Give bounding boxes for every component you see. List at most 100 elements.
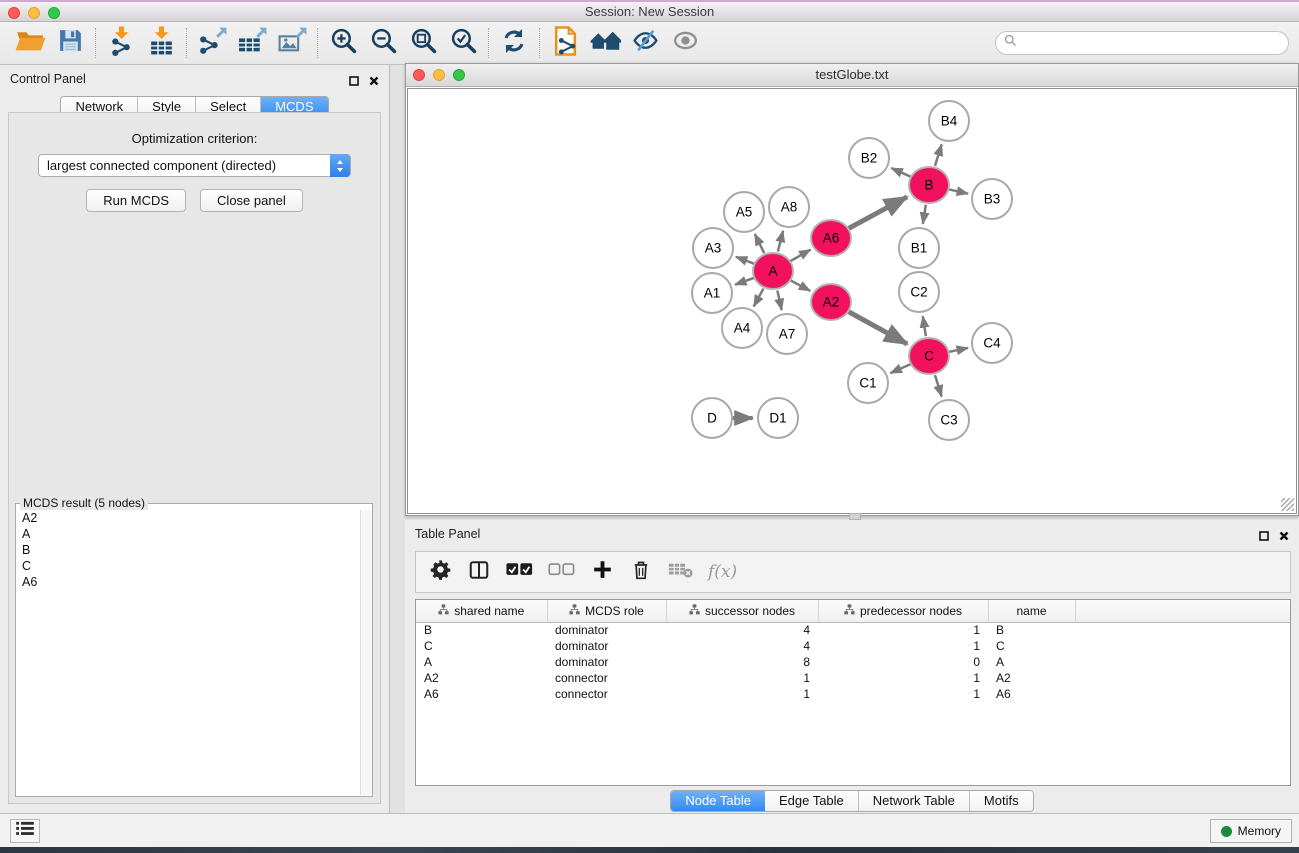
table-cell[interactable]: A6 [988,686,1075,702]
table-cell[interactable]: 0 [818,654,988,670]
network-edge[interactable] [736,257,754,264]
table-cell[interactable]: 1 [666,670,818,686]
resize-grip[interactable] [1281,498,1294,511]
show-panel-button[interactable] [665,26,705,60]
column-header-predecessor-nodes[interactable]: predecessor nodes [818,600,988,622]
zoom-selected-button[interactable] [443,26,483,60]
select-all-button[interactable] [506,557,533,587]
network-edge[interactable] [923,316,926,336]
table-cell[interactable]: A2 [988,670,1075,686]
tab-node-table[interactable]: Node Table [671,791,765,811]
search-input[interactable] [1021,34,1288,52]
table-cell[interactable] [1075,654,1291,670]
network-node-C4[interactable]: C4 [972,323,1012,363]
network-node-C1[interactable]: C1 [848,363,888,403]
network-edge[interactable] [949,189,969,193]
float-table-panel-icon[interactable] [1259,528,1269,546]
result-item[interactable]: C [17,558,359,574]
open-session-button[interactable] [10,26,50,60]
close-table-panel-icon[interactable] [1279,528,1289,546]
network-node-A1[interactable]: A1 [692,273,732,313]
table-cell[interactable] [1075,638,1291,654]
table-cell[interactable]: 8 [666,654,818,670]
table-cell[interactable] [1075,670,1291,686]
network-node-B2[interactable]: B2 [849,138,889,178]
splitter-handle[interactable] [849,513,861,520]
network-node-A2[interactable]: A2 [811,284,851,320]
network-edge[interactable] [791,280,811,290]
network-edge[interactable] [891,168,910,177]
table-cell[interactable]: 1 [818,622,988,638]
network-edge[interactable] [790,250,810,261]
network-edge[interactable] [923,205,926,224]
column-header-name[interactable]: name [988,600,1075,622]
table-cell[interactable]: 1 [666,686,818,702]
run-mcds-button[interactable]: Run MCDS [86,189,186,212]
table-row[interactable]: Adominator80A [416,654,1291,670]
table-cell[interactable]: A [416,654,547,670]
network-edge[interactable] [735,278,754,285]
network-node-D1[interactable]: D1 [758,398,798,438]
float-panel-icon[interactable] [349,73,359,91]
table-cell[interactable]: A2 [416,670,547,686]
network-node-A3[interactable]: A3 [693,228,733,268]
table-cell[interactable]: dominator [547,622,666,638]
network-node-B4[interactable]: B4 [929,101,969,141]
network-node-D[interactable]: D [692,398,732,438]
network-close-button[interactable] [413,69,425,81]
table-cell[interactable]: A6 [416,686,547,702]
network-node-B1[interactable]: B1 [899,228,939,268]
network-edge[interactable] [849,197,907,229]
export-network-button[interactable] [192,26,232,60]
column-visibility-button[interactable] [467,557,491,587]
table-row[interactable]: Bdominator41B [416,622,1291,638]
import-table-button[interactable] [141,26,181,60]
close-panel-icon[interactable] [369,73,379,91]
new-network-button[interactable] [545,26,585,60]
table-cell[interactable] [1075,622,1291,638]
criterion-select[interactable]: largest connected component (directed) [38,154,351,177]
close-window-button[interactable] [8,7,20,19]
save-session-button[interactable] [50,26,90,60]
tab-edge-table[interactable]: Edge Table [765,791,859,811]
network-node-A8[interactable]: A8 [769,187,809,227]
network-node-A7[interactable]: A7 [767,314,807,354]
result-scrollbar[interactable] [360,510,372,795]
network-node-A[interactable]: A [753,253,793,289]
table-cell[interactable]: 1 [818,670,988,686]
result-item[interactable]: A2 [17,510,359,526]
network-edge[interactable] [754,289,764,307]
result-item[interactable]: A6 [17,574,359,590]
table-cell[interactable]: 4 [666,622,818,638]
network-edge[interactable] [890,364,910,373]
network-edge[interactable] [777,291,781,311]
table-cell[interactable]: dominator [547,654,666,670]
table-cell[interactable]: A [988,654,1075,670]
hide-panel-button[interactable] [625,26,665,60]
result-item[interactable]: B [17,542,359,558]
zoom-window-button[interactable] [48,7,60,19]
network-edge[interactable] [935,144,942,166]
network-node-A4[interactable]: A4 [722,308,762,348]
table-cell[interactable]: connector [547,670,666,686]
table-cell[interactable] [1075,686,1291,702]
table-cell[interactable]: dominator [547,638,666,654]
table-row[interactable]: Cdominator41C [416,638,1291,654]
table-settings-button[interactable] [428,557,452,587]
table-cell[interactable]: B [416,622,547,638]
search-box[interactable] [995,31,1289,55]
tab-network-table[interactable]: Network Table [859,791,970,811]
deselect-all-button[interactable] [548,557,575,587]
tab-motifs[interactable]: Motifs [970,791,1033,811]
table-row[interactable]: A2connector11A2 [416,670,1291,686]
zoom-in-button[interactable] [323,26,363,60]
export-table-button[interactable] [232,26,272,60]
network-node-C[interactable]: C [909,338,949,374]
close-panel-button[interactable]: Close panel [200,189,303,212]
table-cell[interactable]: C [416,638,547,654]
table-cell[interactable]: 1 [818,638,988,654]
export-image-button[interactable] [272,26,312,60]
minimize-window-button[interactable] [28,7,40,19]
table-row[interactable]: A6connector11A6 [416,686,1291,702]
zoom-out-button[interactable] [363,26,403,60]
